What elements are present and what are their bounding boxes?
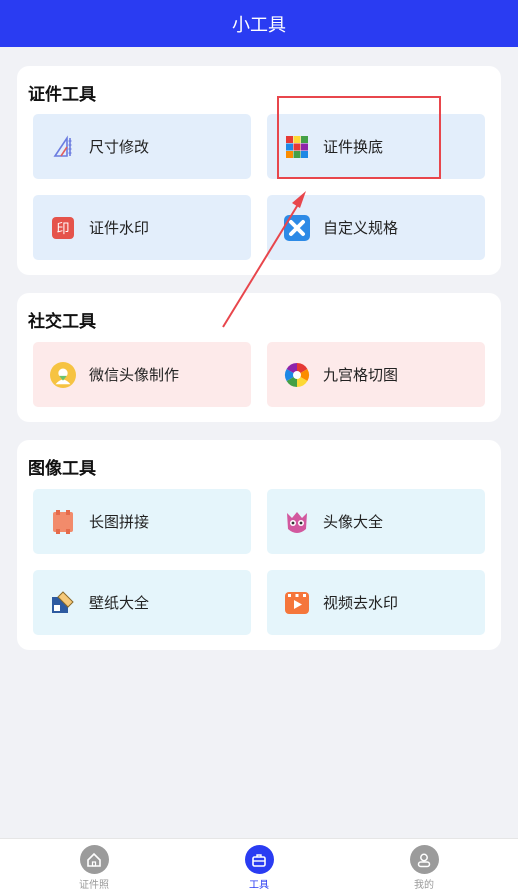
video-icon (284, 590, 310, 616)
tab-label: 工具 (249, 880, 269, 891)
toolbox-icon (244, 845, 274, 874)
tab-tools[interactable]: 工具 (199, 839, 319, 893)
section-social-tools: 社交工具 微信头像制作 九宫格切图 (17, 293, 501, 422)
tab-label: 证件照 (79, 880, 109, 891)
highlight-box (277, 96, 441, 179)
tool-wechat-avatar[interactable]: 微信头像制作 (33, 342, 251, 407)
app-header: 小工具 (0, 0, 518, 47)
tool-label: 九宫格切图 (323, 366, 399, 384)
tool-custom-size[interactable]: 自定义规格 (267, 195, 485, 260)
tool-grid-cut[interactable]: 九宫格切图 (267, 342, 485, 407)
avatar-maker-icon (50, 361, 76, 388)
tab-id-photo[interactable]: 证件照 (34, 839, 154, 893)
seal-icon: 印 (50, 215, 76, 241)
avatar-collection-icon (284, 509, 310, 535)
ruler-icon (50, 134, 76, 160)
tool-remove-video-watermark[interactable]: 视频去水印 (267, 570, 485, 635)
tool-wallpapers[interactable]: 壁纸大全 (33, 570, 251, 635)
tool-label: 证件水印 (89, 219, 150, 237)
section-title: 证件工具 (28, 85, 96, 105)
tool-label: 头像大全 (323, 513, 384, 531)
home-icon (79, 845, 109, 874)
section-image-tools: 图像工具 长图拼接 头像大全 壁纸大全 视频去水印 (17, 440, 501, 650)
camera-aperture-icon (284, 362, 310, 388)
section-title: 社交工具 (28, 312, 96, 332)
user-icon (409, 845, 439, 874)
wallpaper-icon (50, 590, 76, 616)
section-title: 图像工具 (28, 459, 96, 479)
tab-mine[interactable]: 我的 (364, 839, 484, 893)
tool-label: 视频去水印 (323, 594, 399, 612)
tab-label: 我的 (414, 880, 434, 891)
photo-stitch-icon (50, 509, 76, 535)
tool-avatar-collection[interactable]: 头像大全 (267, 489, 485, 554)
bottom-tab-bar: 证件照 工具 我的 (0, 838, 518, 893)
page-title: 小工具 (232, 14, 286, 36)
tool-label: 长图拼接 (89, 513, 150, 531)
tool-label: 微信头像制作 (89, 366, 180, 384)
tool-watermark[interactable]: 印 证件水印 (33, 195, 251, 260)
tool-label: 尺寸修改 (89, 138, 150, 156)
tool-label: 自定义规格 (323, 219, 399, 237)
svg-text:印: 印 (56, 222, 69, 237)
tool-label: 壁纸大全 (89, 594, 150, 612)
custom-size-icon (284, 214, 310, 241)
tool-long-image-stitch[interactable]: 长图拼接 (33, 489, 251, 554)
tool-resize[interactable]: 尺寸修改 (33, 114, 251, 179)
